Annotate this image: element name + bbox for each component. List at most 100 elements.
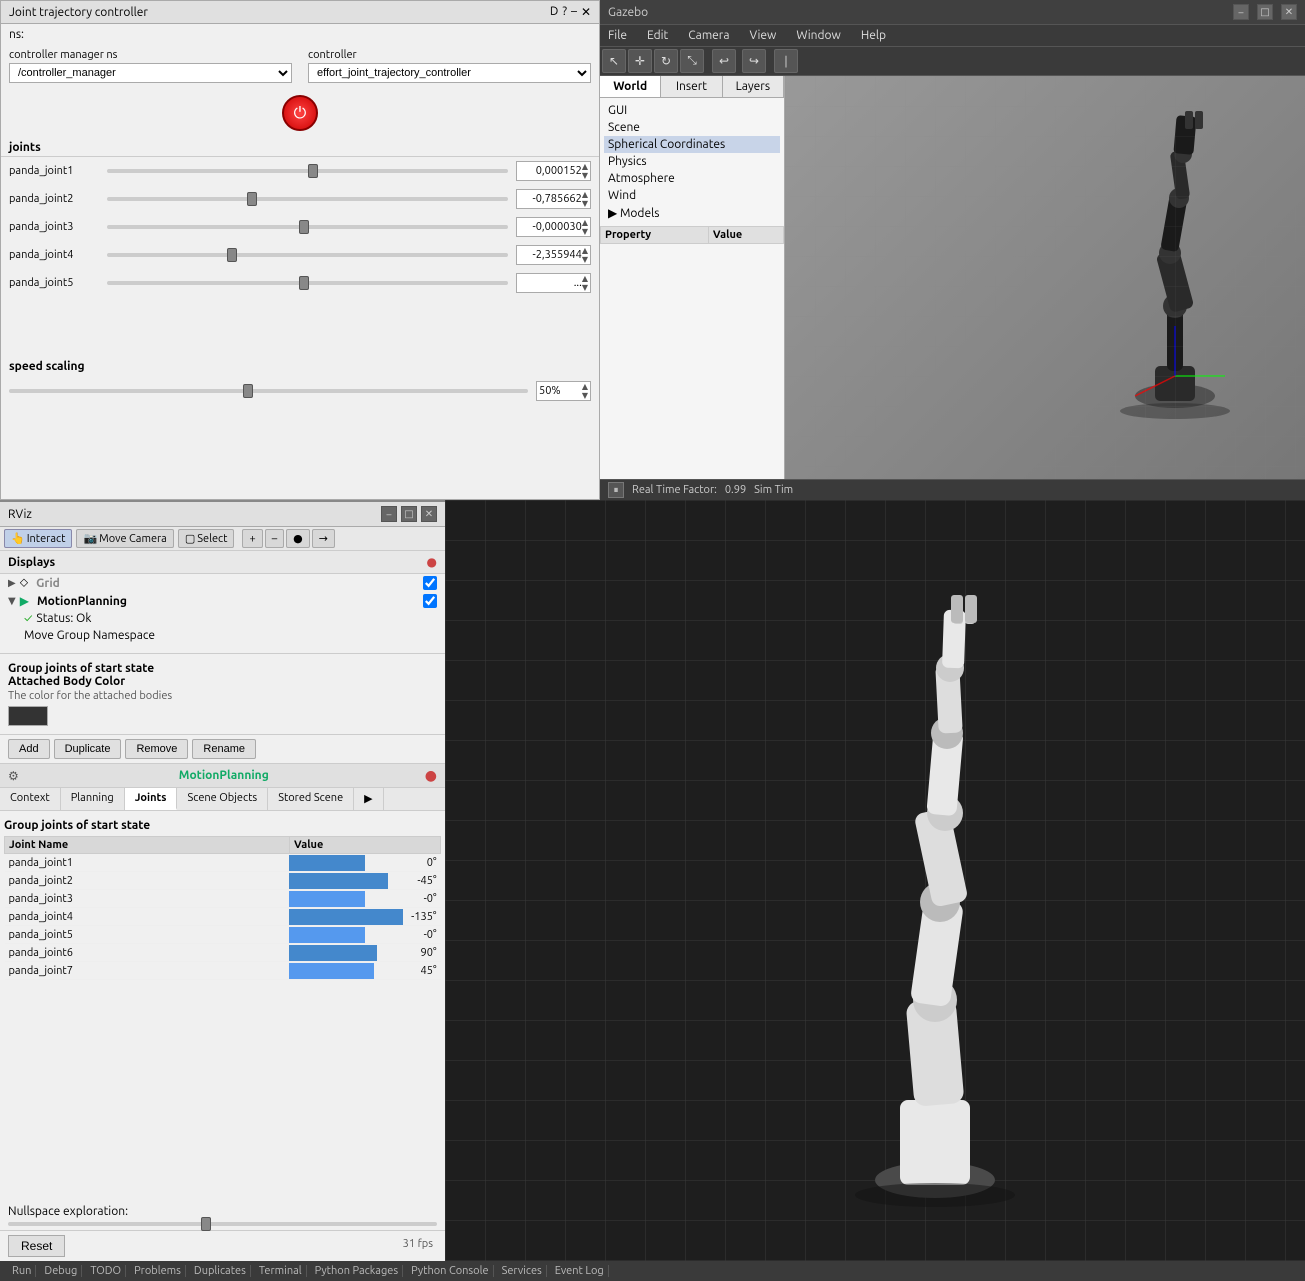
add-button[interactable]: Add: [8, 739, 50, 759]
mp-checkbox[interactable]: [423, 594, 437, 608]
joint-table-value: -0°: [289, 890, 440, 908]
toolbar-translate[interactable]: ✛: [628, 49, 652, 73]
tool-move-camera[interactable]: 📷 Move Camera: [76, 529, 173, 548]
rviz-close[interactable]: ✕: [421, 506, 437, 522]
tab-context[interactable]: Context: [0, 788, 61, 810]
tab-joints[interactable]: Joints: [125, 788, 178, 810]
th-joint-name: Joint Name: [5, 837, 290, 854]
menu-file[interactable]: File: [604, 27, 631, 44]
grid-checkbox[interactable]: [423, 576, 437, 590]
status-services[interactable]: Services: [498, 1265, 547, 1277]
tree-spherical[interactable]: Spherical Coordinates: [604, 136, 780, 153]
joint-table-row: panda_joint2-45°: [5, 872, 441, 890]
joint-bar: [289, 945, 377, 961]
gazebo-minimize[interactable]: –: [1233, 4, 1249, 20]
menu-edit[interactable]: Edit: [643, 27, 672, 44]
display-grid[interactable]: ▶ ⬦ Grid: [0, 574, 445, 592]
pause-button[interactable]: ⏸: [608, 482, 624, 498]
realtime-value: 0.99: [725, 484, 746, 496]
tab-more[interactable]: ▶: [354, 788, 383, 810]
toolbar-dot[interactable]: ●: [286, 529, 310, 548]
toolbar-minus[interactable]: –: [265, 529, 284, 548]
joint-bar: [289, 855, 365, 871]
rviz-minimize[interactable]: –: [381, 506, 397, 522]
toolbar-select[interactable]: ↖: [602, 49, 626, 73]
move-group-label: Move Group Namespace: [24, 629, 155, 642]
rviz-maximize[interactable]: □: [401, 506, 417, 522]
gazebo-close[interactable]: ✕: [1281, 4, 1297, 20]
rename-button[interactable]: Rename: [192, 739, 256, 759]
status-problems[interactable]: Problems: [130, 1265, 186, 1277]
status-python-packages[interactable]: Python Packages: [311, 1265, 403, 1277]
grid-label: Grid: [36, 577, 60, 590]
nullspace-slider[interactable]: [8, 1222, 437, 1226]
status-debug[interactable]: Debug: [40, 1265, 82, 1277]
tool-select[interactable]: ▢ Select: [178, 529, 235, 548]
status-todo[interactable]: TODO: [86, 1265, 126, 1277]
controller-label: controller: [308, 49, 591, 61]
tab-stored-scene[interactable]: Stored Scene: [268, 788, 354, 810]
select-icon: ▢: [185, 532, 195, 545]
status-python-console[interactable]: Python Console: [407, 1265, 493, 1277]
jc-icon-question: ?: [562, 5, 567, 19]
joint2-slider[interactable]: [107, 197, 508, 201]
realtime-label: Real Time Factor:: [632, 484, 717, 496]
tab-planning[interactable]: Planning: [61, 788, 125, 810]
duplicate-button[interactable]: Duplicate: [54, 739, 122, 759]
tree-wind[interactable]: Wind: [604, 187, 780, 204]
menu-window[interactable]: Window: [792, 27, 844, 44]
display-motion-planning[interactable]: ▼ ▶ MotionPlanning: [0, 592, 445, 610]
joint3-slider[interactable]: [107, 225, 508, 229]
tree-physics[interactable]: Physics: [604, 153, 780, 170]
tab-scene-objects[interactable]: Scene Objects: [177, 788, 268, 810]
status-duplicates[interactable]: Duplicates: [190, 1265, 251, 1277]
joint-bar-value: 45°: [421, 962, 437, 980]
joint1-slider[interactable]: [107, 169, 508, 173]
controller-manager-select[interactable]: /controller_manager: [9, 63, 292, 83]
tree-gui[interactable]: GUI: [604, 102, 780, 119]
tree-models[interactable]: ▶ Models: [604, 204, 780, 222]
joint2-value: -0,785662: [519, 193, 582, 205]
toolbar-add[interactable]: +: [242, 529, 262, 548]
joint-row: panda_joint3 -0,000030 ▲▼: [9, 217, 591, 237]
status-run[interactable]: Run: [8, 1265, 36, 1277]
power-button[interactable]: ⏻: [282, 95, 318, 131]
status-terminal[interactable]: Terminal: [255, 1265, 307, 1277]
tool-interact[interactable]: 👆 Interact: [4, 529, 72, 548]
joint-bar-value: -0°: [424, 926, 437, 944]
joint-row: panda_joint4 -2,355944 ▲▼: [9, 245, 591, 265]
joint4-slider[interactable]: [107, 253, 508, 257]
joint-name: panda_joint4: [9, 249, 99, 261]
toolbar-rotate[interactable]: ↻: [654, 49, 678, 73]
status-sub-item: ✓ Status: Ok: [0, 610, 445, 627]
toolbar-redo[interactable]: ↪: [742, 49, 766, 73]
joint5-slider[interactable]: [107, 281, 508, 285]
toolbar-scale[interactable]: ⤡: [680, 49, 704, 73]
reset-button[interactable]: Reset: [8, 1235, 65, 1257]
status-event-log[interactable]: Event Log: [551, 1265, 609, 1277]
speed-slider[interactable]: [9, 389, 528, 393]
joint-row: panda_joint1 0,000152 ▲▼: [9, 161, 591, 181]
joint-bar: [289, 963, 374, 979]
gazebo-tab-insert[interactable]: Insert: [661, 76, 722, 97]
color-swatch[interactable]: [8, 706, 48, 726]
gazebo-tab-layers[interactable]: Layers: [723, 76, 784, 97]
mp-section-close[interactable]: ●: [425, 767, 437, 784]
tree-scene[interactable]: Scene: [604, 119, 780, 136]
joint5-value: ...: [519, 277, 582, 289]
speed-value: 50%: [539, 385, 561, 397]
toolbar-undo[interactable]: ↩: [712, 49, 736, 73]
menu-help[interactable]: Help: [857, 27, 890, 44]
menu-view[interactable]: View: [746, 27, 781, 44]
menu-camera[interactable]: Camera: [684, 27, 733, 44]
jc-title: Joint trajectory controller: [9, 6, 148, 19]
joint-row: panda_joint5 ... ▲▼: [9, 273, 591, 293]
toolbar-arrow[interactable]: →: [312, 529, 335, 548]
toolbar-more[interactable]: |: [774, 49, 798, 73]
displays-close[interactable]: ●: [427, 555, 437, 569]
gazebo-maximize[interactable]: □: [1257, 4, 1273, 20]
controller-select[interactable]: effort_joint_trajectory_controller: [308, 63, 591, 83]
gazebo-tab-world[interactable]: World: [600, 76, 661, 97]
remove-button[interactable]: Remove: [125, 739, 188, 759]
tree-atmosphere[interactable]: Atmosphere: [604, 170, 780, 187]
